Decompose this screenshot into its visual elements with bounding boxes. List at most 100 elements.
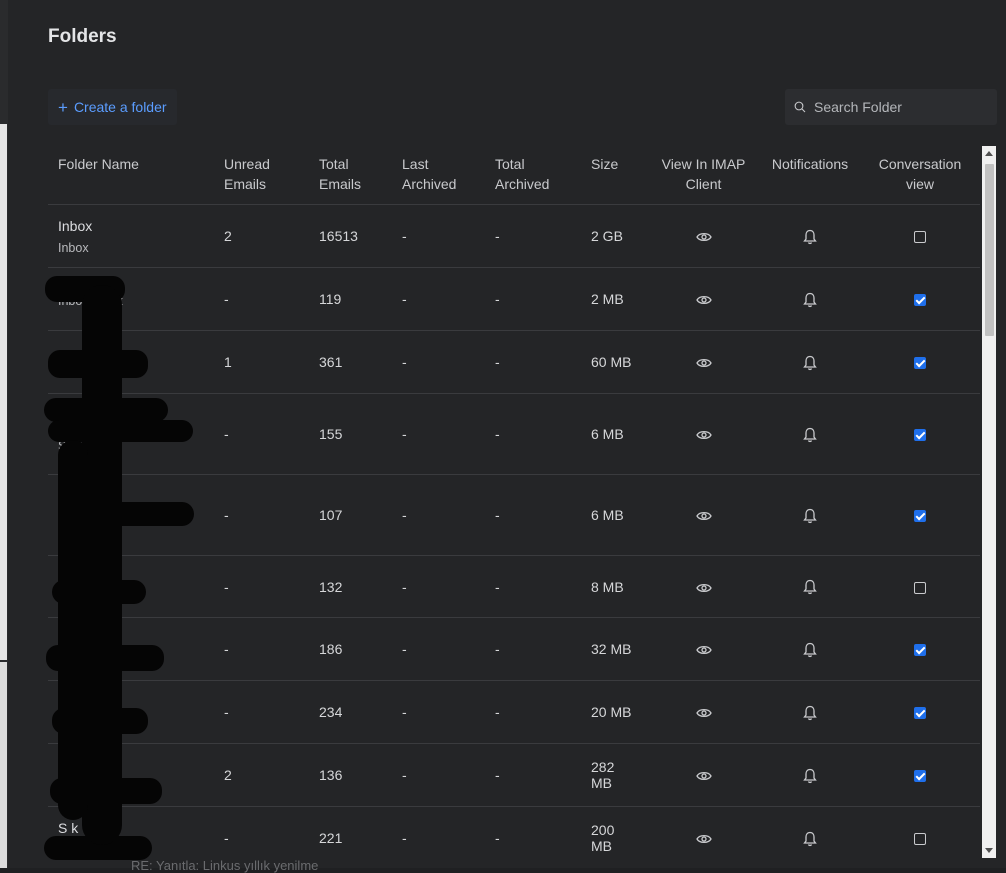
bell-icon[interactable] <box>803 768 817 784</box>
redaction-mark <box>58 440 88 820</box>
conversation-view-checkbox[interactable] <box>914 294 926 307</box>
bell-icon[interactable] <box>803 229 817 245</box>
last-archived-cell: - <box>392 680 485 744</box>
unread-cell: - <box>214 474 309 556</box>
eye-icon[interactable] <box>695 644 712 656</box>
table-row[interactable]: Inbox1361--60 MB <box>48 330 980 394</box>
notifications-cell <box>760 204 860 268</box>
conversation-cell <box>860 617 980 681</box>
notifications-cell <box>760 743 860 807</box>
size-cell: 6 MB <box>581 474 647 556</box>
total-archived-cell: - <box>485 330 581 394</box>
table-row[interactable]: B KA-186--32 MB <box>48 617 980 681</box>
bell-icon[interactable] <box>803 508 817 524</box>
unread-cell: 2 <box>214 204 309 268</box>
eye-icon[interactable] <box>695 510 712 522</box>
conversation-view-checkbox[interactable] <box>914 770 926 783</box>
scroll-up-arrow[interactable] <box>985 151 993 156</box>
col-unread[interactable]: Unread Emails <box>214 146 309 205</box>
table-scrollbar[interactable] <box>982 146 996 858</box>
size-cell: 32 MB <box>581 617 647 681</box>
folder-name: Inbox <box>58 217 93 234</box>
page-title: Folders <box>48 26 117 47</box>
search-box[interactable] <box>785 89 997 125</box>
imap-cell <box>647 330 760 394</box>
unread-cell: - <box>214 680 309 744</box>
col-size[interactable]: Size <box>581 146 647 205</box>
total-archived-cell: - <box>485 267 581 331</box>
conversation-view-checkbox[interactable] <box>914 510 926 523</box>
table-row[interactable]: S k /-221--200 MB <box>48 806 980 860</box>
eye-icon[interactable] <box>695 294 712 306</box>
bell-icon[interactable] <box>803 292 817 308</box>
table-row[interactable]: Inbox / I sut-119--2 MB <box>48 267 980 331</box>
conversation-view-checkbox[interactable] <box>914 644 926 657</box>
col-total-archived[interactable]: Total Archived <box>485 146 581 205</box>
col-total[interactable]: Total Emails <box>309 146 392 205</box>
bell-icon[interactable] <box>803 705 817 721</box>
unread-cell: 1 <box>214 330 309 394</box>
conversation-view-checkbox[interactable] <box>914 357 926 370</box>
bell-icon[interactable] <box>803 579 817 595</box>
total-cell: 119 <box>309 267 392 331</box>
unread-cell: - <box>214 806 309 860</box>
conversation-view-checkbox[interactable] <box>914 231 926 244</box>
create-folder-button[interactable]: + Create a folder <box>48 89 177 125</box>
table-row[interactable]: Y ink-132--8 MB <box>48 555 980 618</box>
imap-cell <box>647 204 760 268</box>
total-cell: 155 <box>309 393 392 475</box>
table-row[interactable]: E om-234--20 MB <box>48 680 980 744</box>
scroll-thumb[interactable] <box>985 164 994 336</box>
scroll-down-arrow[interactable] <box>985 848 993 853</box>
bell-icon[interactable] <box>803 427 817 443</box>
conversation-view-checkbox[interactable] <box>914 833 926 846</box>
total-cell: 107 <box>309 474 392 556</box>
bell-icon[interactable] <box>803 642 817 658</box>
folder-name-cell[interactable]: Inbox Inbox <box>48 204 214 268</box>
col-last-archived[interactable]: Last Archived <box>392 146 485 205</box>
conversation-cell <box>860 474 980 556</box>
eye-icon[interactable] <box>695 582 712 594</box>
size-cell: 20 MB <box>581 680 647 744</box>
table-row[interactable]: Ü ciler2136--282 MB <box>48 743 980 807</box>
size-cell: 60 MB <box>581 330 647 394</box>
eye-icon[interactable] <box>695 231 712 243</box>
last-archived-cell: - <box>392 806 485 860</box>
eye-icon[interactable] <box>695 429 712 441</box>
bell-icon[interactable] <box>803 831 817 847</box>
unread-cell: - <box>214 555 309 618</box>
bell-icon[interactable] <box>803 355 817 371</box>
conversation-view-checkbox[interactable] <box>914 707 926 720</box>
unread-cell: - <box>214 393 309 475</box>
table-row[interactable]: Inbox Inbox 2 16513- -2 GB <box>48 204 980 268</box>
total-archived-cell: - <box>485 617 581 681</box>
conversation-cell <box>860 555 980 618</box>
eye-icon[interactable] <box>695 833 712 845</box>
imap-cell <box>647 474 760 556</box>
eye-icon[interactable] <box>695 770 712 782</box>
conversation-view-checkbox[interactable] <box>914 429 926 442</box>
search-input[interactable] <box>812 98 997 116</box>
background-email-subject: RE: Yanıtla: Linkus yıllık yenilme <box>131 858 319 873</box>
last-archived-cell: - <box>392 267 485 331</box>
background-window-edge <box>0 124 7 660</box>
imap-cell <box>647 743 760 807</box>
search-icon <box>794 101 806 113</box>
unread-cell: - <box>214 267 309 331</box>
total-archived-cell: - <box>485 806 581 860</box>
unread-cell: - <box>214 617 309 681</box>
col-notifications: Notifications <box>760 146 860 205</box>
size-cell: 8 MB <box>581 555 647 618</box>
size-cell: 2 GB <box>581 204 647 268</box>
total-cell: 132 <box>309 555 392 618</box>
size-cell: 282 MB <box>581 743 647 807</box>
conversation-cell <box>860 204 980 268</box>
col-folder-name[interactable]: Folder Name <box>48 146 214 205</box>
imap-cell <box>647 680 760 744</box>
total-cell: 361 <box>309 330 392 394</box>
eye-icon[interactable] <box>695 357 712 369</box>
conversation-view-checkbox[interactable] <box>914 581 926 594</box>
eye-icon[interactable] <box>695 707 712 719</box>
size-cell: 2 MB <box>581 267 647 331</box>
total-archived-cell: - <box>485 474 581 556</box>
